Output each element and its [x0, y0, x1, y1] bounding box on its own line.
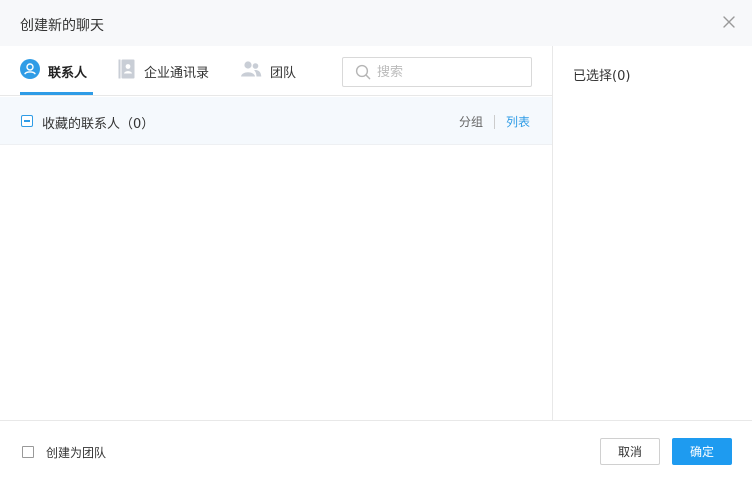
- confirm-button[interactable]: 确定: [672, 438, 732, 465]
- view-group-option[interactable]: 分组: [459, 113, 483, 130]
- view-switch: 分组 列表: [459, 113, 530, 130]
- search-icon: [355, 64, 371, 80]
- tab-contacts[interactable]: 联系人: [20, 59, 88, 83]
- contact-picker-pane: 联系人 企业通讯录 团队 搜索 收藏的联系人（0） 分组 列表: [0, 46, 552, 420]
- dialog-footer: 创建为团队 取消 确定: [0, 420, 752, 480]
- address-book-icon: [118, 59, 136, 83]
- close-icon[interactable]: [720, 13, 738, 31]
- group-icon: [240, 60, 262, 82]
- person-circle-icon: [20, 59, 40, 83]
- view-switch-divider: [493, 114, 495, 129]
- cancel-button[interactable]: 取消: [600, 438, 660, 465]
- tab-contacts-label: 联系人: [48, 65, 88, 81]
- selected-count-label: 已选择(0): [573, 69, 631, 84]
- search-input[interactable]: [377, 64, 517, 80]
- favorites-group-title: 收藏的联系人（0）: [42, 117, 155, 132]
- selected-pane: 已选择(0): [552, 46, 752, 420]
- tab-enterprise-directory-label: 企业通讯录: [144, 65, 210, 81]
- view-list-option[interactable]: 列表: [506, 113, 530, 130]
- collapse-icon[interactable]: [21, 115, 33, 127]
- tab-teams-label: 团队: [270, 65, 297, 81]
- create-team-checkbox[interactable]: [22, 446, 34, 458]
- active-tab-indicator: [20, 92, 93, 95]
- dialog-header: 创建新的聊天: [0, 0, 752, 46]
- search-box[interactable]: [342, 57, 532, 87]
- source-tabs: 联系人 企业通讯录 团队: [0, 46, 552, 96]
- tab-enterprise-directory[interactable]: 企业通讯录: [118, 59, 210, 83]
- favorites-group-row: 收藏的联系人（0） 分组 列表: [0, 97, 552, 145]
- dialog-title: 创建新的聊天: [20, 18, 104, 34]
- tab-teams[interactable]: 团队: [240, 60, 296, 82]
- create-team-label[interactable]: 创建为团队: [46, 444, 106, 461]
